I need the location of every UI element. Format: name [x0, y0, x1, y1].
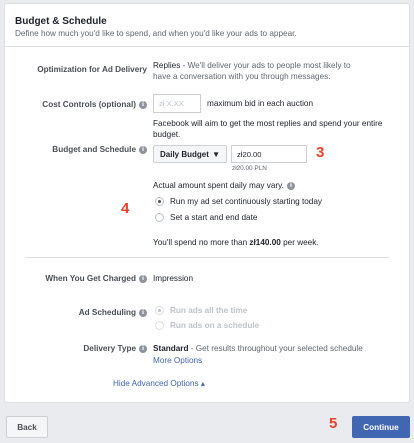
optimization-label: Optimization for Ad Delivery — [37, 65, 147, 74]
ad-scheduling-label: Ad Scheduling i — [79, 308, 147, 317]
more-options-link[interactable]: More Options — [153, 356, 202, 365]
bid-amount-input[interactable]: zł X.XX — [153, 94, 201, 113]
radio-selected-icon[interactable] — [155, 197, 164, 206]
budget-amount-caption: zł20.00 PLN — [232, 165, 267, 172]
annotation-5: 5 — [329, 415, 338, 432]
radio-run-on-schedule[interactable]: Run ads on a schedule — [155, 321, 259, 330]
actual-spend-note: Actual amount spent daily may vary. i — [153, 181, 295, 190]
info-icon[interactable]: i — [286, 181, 295, 190]
charged-value: Impression — [153, 274, 194, 283]
charged-label: When You Get Charged i — [45, 274, 147, 283]
section-title: Budget & Schedule — [15, 16, 107, 27]
info-icon[interactable]: i — [139, 344, 147, 353]
budget-amount-input[interactable]: zł20.00 — [231, 145, 307, 163]
radio-unselected-icon[interactable] — [155, 321, 164, 330]
info-icon[interactable]: i — [139, 145, 147, 154]
annotation-4: 4 — [121, 200, 130, 217]
cost-controls-note: Facebook will aim to get the most replie… — [153, 119, 383, 139]
hide-advanced-options-link[interactable]: Hide Advanced Options ▴ — [113, 378, 205, 388]
divider — [25, 257, 389, 258]
radio-run-continuously[interactable]: Run my ad set continuously starting toda… — [155, 197, 322, 206]
radio-unselected-icon[interactable] — [155, 213, 164, 222]
radio-selected-icon[interactable] — [155, 306, 164, 315]
delivery-type-label: Delivery Type i — [83, 344, 147, 353]
info-icon[interactable]: i — [139, 100, 147, 109]
radio-run-all-time[interactable]: Run ads all the time — [155, 306, 247, 315]
back-button[interactable]: Back — [6, 416, 48, 438]
bid-suffix: maximum bid in each auction — [207, 99, 314, 108]
budget-schedule-card: Budget & Schedule Define how much you'd … — [4, 3, 410, 403]
info-icon[interactable]: i — [139, 274, 147, 283]
budget-type-dropdown[interactable]: Daily Budget ▼ — [153, 145, 227, 163]
annotation-3: 3 — [316, 144, 325, 161]
delivery-type-value: Standard - Get results throughout your s… — [153, 344, 363, 353]
section-subtitle: Define how much you'd like to spend, and… — [15, 29, 297, 38]
caret-down-icon: ▼ — [212, 149, 220, 159]
continue-button[interactable]: Continue — [352, 416, 410, 438]
weekly-spend-note: You'll spend no more than zł140.00 per w… — [153, 238, 319, 247]
budget-label: Budget and Schedule i — [52, 145, 147, 154]
radio-start-end-date[interactable]: Set a start and end date — [155, 213, 257, 222]
divider — [5, 46, 409, 47]
info-icon[interactable]: i — [139, 308, 147, 317]
cost-controls-label: Cost Controls (optional) i — [42, 100, 147, 109]
optimization-value: Replies - We'll deliver your ads to peop… — [153, 61, 351, 81]
